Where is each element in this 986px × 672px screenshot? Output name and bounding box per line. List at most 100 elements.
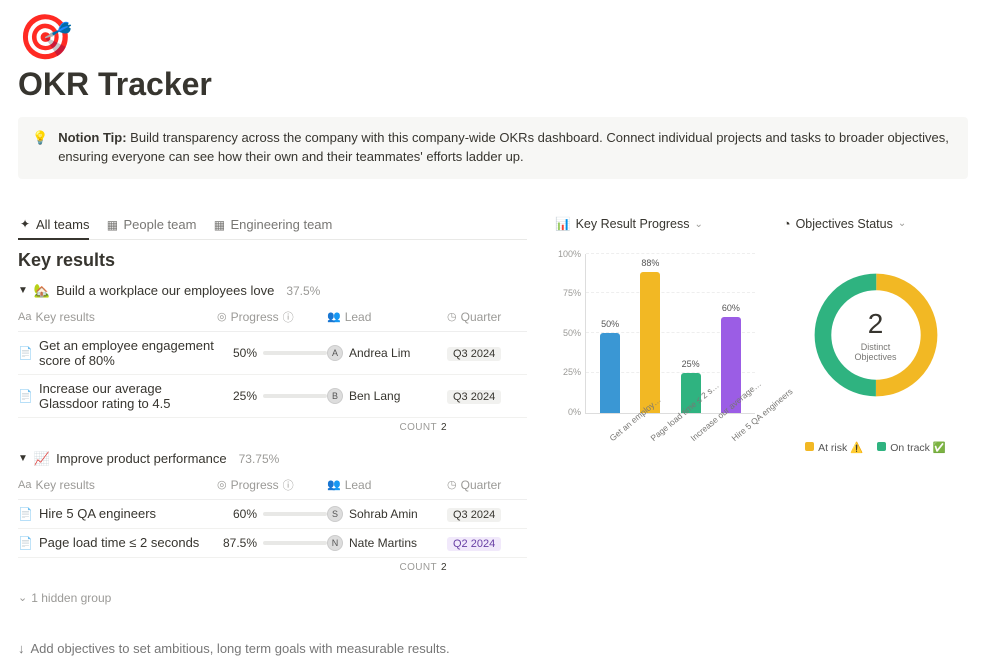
clock-icon: ◔: [783, 217, 791, 231]
chevron-down-icon: ⌄: [898, 218, 906, 229]
group-name[interactable]: Build a workplace our employees love: [56, 283, 274, 298]
tab-people-team[interactable]: ▦People team: [105, 217, 196, 239]
group-emoji: 📈: [34, 451, 50, 467]
group-toggle[interactable]: ▼: [18, 453, 28, 464]
y-tick: 0%: [568, 407, 581, 417]
donut-legend: At risk ⚠️ On track ✅: [805, 441, 946, 454]
x-label: Hire 5 QA engineers: [725, 418, 751, 443]
chevron-down-icon: ⌄: [695, 219, 703, 230]
col-name: Key results: [35, 310, 94, 324]
row-name: Page load time ≤ 2 seconds: [39, 535, 199, 550]
callout-lead: Notion Tip:: [58, 130, 126, 145]
bar-chart-icon: 📊: [555, 217, 571, 232]
progress-bar: [263, 394, 327, 398]
footer-hint: ↓ Add objectives to set ambitious, long …: [18, 641, 527, 656]
avatar: A: [327, 345, 343, 361]
page-icon: 📄: [18, 536, 33, 550]
page-icon: 📄: [18, 389, 33, 403]
table-row[interactable]: 📄 Hire 5 QA engineers 60% S Sohrab Amin …: [18, 500, 527, 529]
lead-name: Sohrab Amin: [349, 507, 418, 521]
avatar: B: [327, 388, 343, 404]
chevron-down-icon: ⌄: [18, 591, 27, 604]
chart-bar: 88%: [640, 272, 660, 413]
progress-text: 87.5%: [217, 536, 257, 550]
hidden-group-label: 1 hidden group: [31, 591, 111, 605]
x-label: Increase our average…: [685, 418, 711, 443]
progress-text: 25%: [217, 389, 257, 403]
page-icon: 📄: [18, 507, 33, 521]
row-name: Get an employee engagement score of 80%: [39, 338, 217, 368]
key-result-progress-chart: 0%25%50%75%100% 50%88%25%60% Get an empl…: [555, 236, 755, 446]
person-icon: 👥: [327, 310, 341, 323]
row-name: Hire 5 QA engineers: [39, 506, 156, 521]
col-lead: Lead: [345, 478, 372, 492]
callout-body: Build transparency across the company wi…: [58, 130, 949, 164]
lead-cell: B Ben Lang: [327, 388, 447, 404]
calendar-icon: ◷: [447, 478, 457, 491]
table-row[interactable]: 📄 Get an employee engagement score of 80…: [18, 332, 527, 375]
progress-bar: [263, 512, 327, 516]
progress-cell: 50%: [217, 346, 327, 360]
tab-icon: ▦: [212, 218, 226, 232]
tab-all-teams[interactable]: ✦ All teams: [18, 217, 89, 240]
tab-engineering-team[interactable]: ▦ Engineering team: [212, 217, 332, 239]
donut-center-value: 2: [841, 308, 911, 340]
legend-item: At risk ⚠️: [805, 441, 863, 454]
footer-hint-text: Add objectives to set ambitious, long te…: [31, 641, 450, 656]
status-widget-header[interactable]: ◔ Objectives Status ⌄: [783, 217, 968, 231]
table-header: AaKey results ◎Progressⓘ 👥Lead ◷Quarter: [18, 471, 527, 500]
tab-icon: ▦: [105, 218, 119, 232]
section-title-key-results: Key results: [18, 250, 527, 271]
quarter-badge: Q2 2024: [447, 537, 501, 551]
progress-bar: [263, 541, 327, 545]
text-icon: Aa: [18, 311, 31, 323]
view-tabs: ✦All teams▦People team▦Engineering team: [18, 217, 527, 240]
donut-center-label: Distinct Objectives: [841, 342, 911, 362]
lead-cell: A Andrea Lim: [327, 345, 447, 361]
page-title: OKR Tracker: [18, 66, 968, 103]
x-label: Page load time ≤ 2 s…: [644, 418, 670, 443]
tab-label: All teams: [36, 217, 89, 232]
y-tick: 25%: [563, 367, 581, 377]
group-emoji: 🏡: [34, 283, 50, 299]
progress-cell: 25%: [217, 389, 327, 403]
chart-widget-title: Key Result Progress: [576, 217, 690, 231]
hidden-group-toggle[interactable]: ⌄ 1 hidden group: [18, 591, 527, 605]
person-icon: 👥: [327, 478, 341, 491]
target-icon: ◎: [217, 478, 227, 491]
table-row[interactable]: 📄 Page load time ≤ 2 seconds 87.5% N Nat…: [18, 529, 527, 558]
group-toggle[interactable]: ▼: [18, 285, 28, 296]
avatar: S: [327, 506, 343, 522]
col-quarter: Quarter: [461, 310, 502, 324]
y-tick: 100%: [558, 249, 581, 259]
count-row: COUNT2: [18, 418, 527, 437]
page-icon: 📄: [18, 346, 33, 360]
quarter-badge: Q3 2024: [447, 390, 501, 404]
bar-value-label: 50%: [601, 319, 619, 329]
progress-bar: [263, 351, 327, 355]
info-icon: ⓘ: [283, 309, 294, 325]
chart-widget-header[interactable]: 📊 Key Result Progress ⌄: [555, 217, 755, 232]
objectives-status-donut: 2 Distinct Objectives: [806, 265, 946, 405]
tab-label: Engineering team: [230, 217, 332, 232]
col-progress: Progress: [231, 478, 279, 492]
target-icon: ◎: [217, 310, 227, 323]
tab-icon: ✦: [18, 217, 32, 231]
col-quarter: Quarter: [461, 478, 502, 492]
text-icon: Aa: [18, 479, 31, 491]
info-icon: ⓘ: [283, 477, 294, 493]
group-name[interactable]: Improve product performance: [56, 451, 227, 466]
quarter-badge: Q3 2024: [447, 508, 501, 522]
progress-text: 50%: [217, 346, 257, 360]
calendar-icon: ◷: [447, 310, 457, 323]
page-emoji[interactable]: 🎯: [18, 16, 968, 60]
progress-text: 60%: [217, 507, 257, 521]
progress-cell: 87.5%: [217, 536, 327, 550]
y-tick: 75%: [563, 288, 581, 298]
count-row: COUNT2: [18, 558, 527, 577]
table-row[interactable]: 📄 Increase our average Glassdoor rating …: [18, 375, 527, 418]
legend-item: On track ✅: [877, 441, 946, 454]
bar-value-label: 88%: [641, 258, 659, 268]
avatar: N: [327, 535, 343, 551]
lead-name: Andrea Lim: [349, 346, 410, 360]
